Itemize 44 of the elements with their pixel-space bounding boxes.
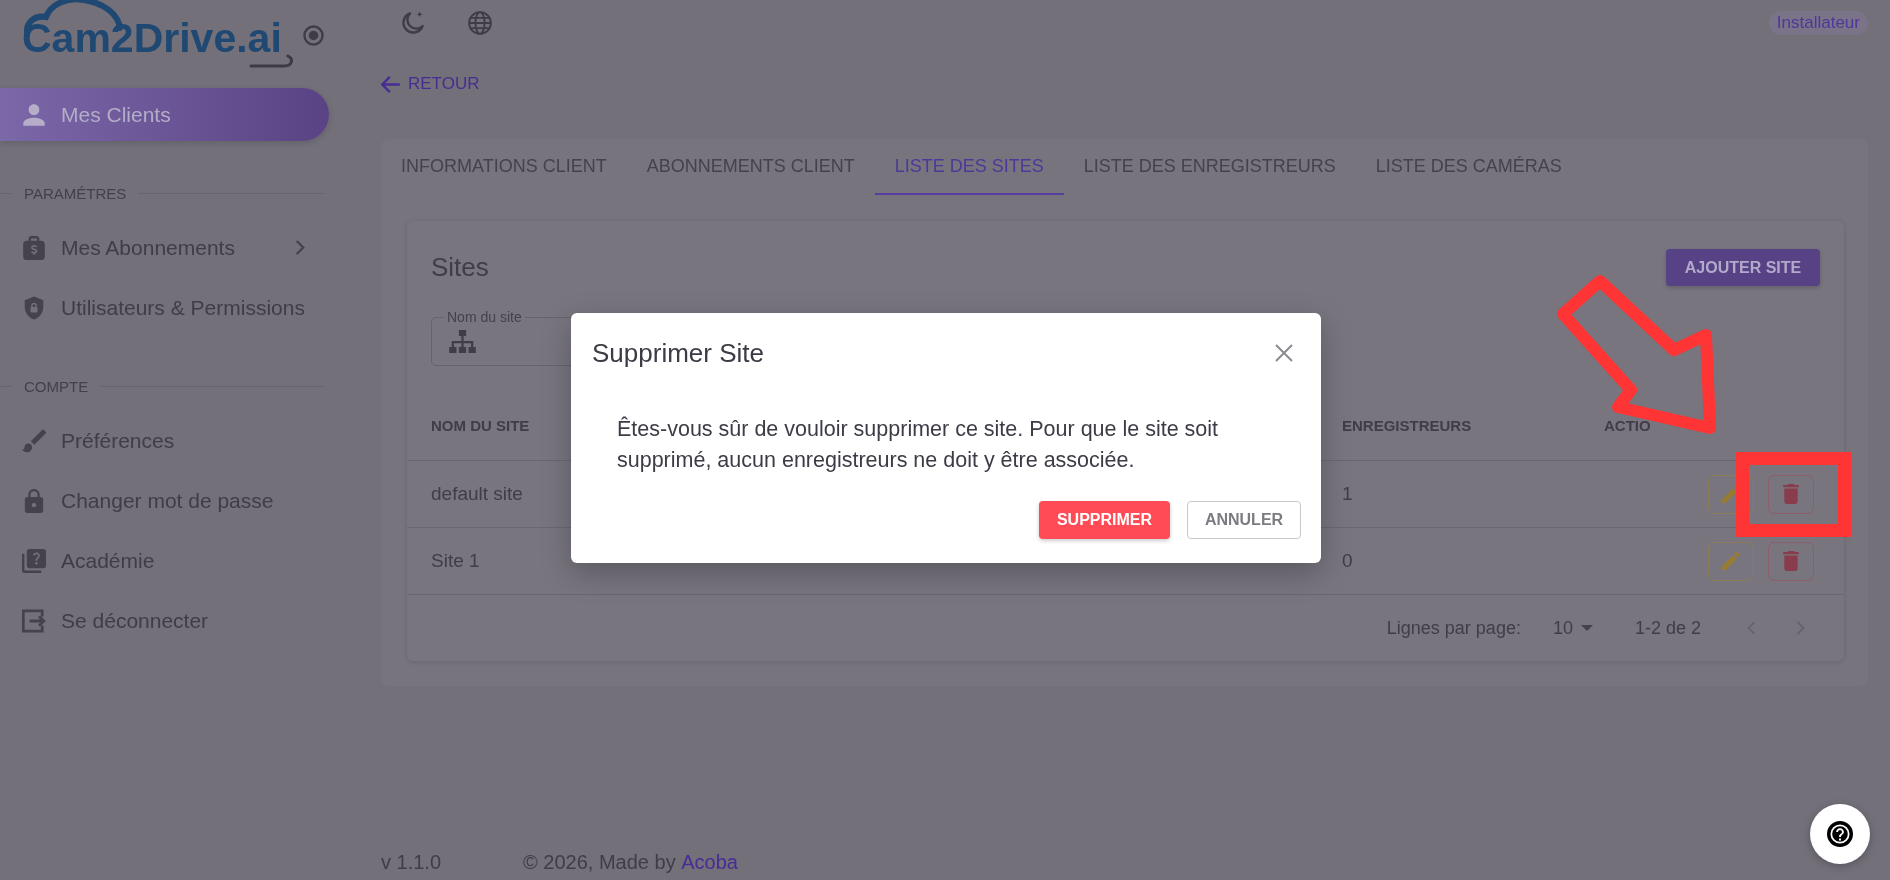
table-cell: 1 [1342, 483, 1353, 505]
help-icon [1827, 821, 1853, 847]
column-header: NOM DU SITE [431, 416, 530, 434]
caret-down-icon [1580, 625, 1593, 631]
add-site-button[interactable]: AJOUTER SITE [1666, 249, 1820, 286]
rows-per-page-label: Lignes par page: [1386, 617, 1521, 639]
lock-icon [22, 488, 46, 513]
help-button[interactable] [1810, 804, 1870, 864]
table-cell: 0 [1342, 550, 1353, 572]
sitemap-icon [449, 330, 476, 353]
edit-button[interactable] [1708, 541, 1754, 581]
tab[interactable]: LISTE DES SITES [874, 139, 1064, 195]
dialog-message: Êtes-vous sûr de vouloir supprimer ce site. Pour que le site soit supprimé, aucun enregistreurs ne doit y être associée. [617, 415, 1220, 474]
person-icon [22, 102, 46, 127]
edit-button[interactable] [1708, 474, 1754, 514]
footer-link[interactable]: Acoba [681, 850, 738, 873]
delete-button[interactable] [1768, 541, 1814, 581]
globe-icon[interactable] [468, 11, 492, 35]
question-book-icon [22, 548, 46, 573]
arrow-left-icon [381, 75, 401, 93]
cancel-button[interactable]: ANNULER [1187, 501, 1301, 539]
table-cell: default site [431, 483, 523, 505]
close-icon [1275, 344, 1293, 362]
trash-icon [1782, 551, 1800, 571]
pencil-icon [1722, 551, 1740, 571]
shield-lock-icon [22, 295, 46, 320]
logout-icon [22, 608, 46, 633]
paintbrush-icon [22, 428, 46, 453]
back-link[interactable]: RETOUR [381, 72, 480, 96]
column-header: ACTIO [1604, 416, 1651, 434]
rows-per-page-select[interactable]: 10 [1552, 617, 1593, 639]
page-range: 1-2 de 2 [1634, 617, 1701, 639]
role-badge: Installateur [1768, 11, 1868, 35]
nav-item[interactable]: Mes Clients [0, 88, 329, 141]
delete-button[interactable] [1768, 474, 1814, 514]
panel-title: Sites [431, 252, 489, 283]
money-bag-icon [22, 235, 46, 260]
logo: Cam2Drive.ai [22, 0, 294, 75]
table-cell: Site 1 [431, 550, 480, 572]
moon-icon[interactable] [401, 11, 425, 35]
circle-dot-icon [302, 25, 324, 46]
trash-icon [1782, 484, 1800, 504]
confirm-button[interactable]: SUPPRIMER [1039, 501, 1170, 539]
column-header: ENREGISTREURS [1342, 416, 1472, 434]
